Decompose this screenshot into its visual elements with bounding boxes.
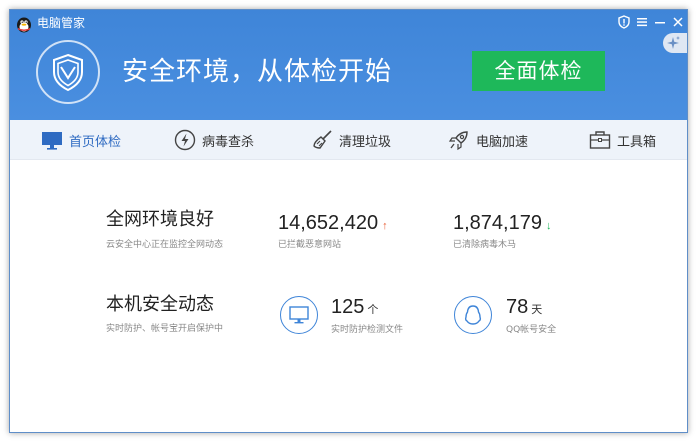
qq-account-badge	[454, 296, 492, 334]
qq-safe-days-stat: 78 天	[506, 295, 542, 322]
shield-logo	[36, 40, 100, 104]
sparkle-side-tab[interactable]	[663, 33, 687, 53]
shield-info-icon[interactable]	[617, 15, 631, 29]
full-check-button[interactable]: 全面体检	[472, 51, 605, 91]
qq-safe-days-unit: 天	[531, 304, 543, 316]
cleaned-virus-stat: 1,874,179 ↓	[453, 211, 551, 238]
nav-item-home-check[interactable]: 首页体检	[40, 120, 121, 160]
network-status-subtitle: 云安全中心正在监控全网动态	[106, 240, 224, 250]
menu-icon[interactable]	[635, 15, 649, 29]
lightning-icon	[173, 129, 197, 151]
local-status-subtitle: 实时防护、帐号宝开启保护中	[106, 324, 224, 334]
blocked-sites-label: 已拦截恶意网站	[278, 240, 342, 250]
arrow-down-icon: ↓	[545, 220, 552, 232]
nav-label-speed-up: 电脑加速	[476, 134, 529, 150]
app-title: 电脑管家	[37, 16, 86, 30]
nav-label-home-check: 首页体检	[69, 134, 122, 150]
monitor-icon	[289, 306, 309, 324]
network-status-title: 全网环境良好	[106, 209, 214, 230]
nav-item-clean-junk[interactable]: 清理垃圾	[310, 120, 391, 160]
arrow-up-icon: ↑	[382, 220, 388, 232]
blocked-sites-stat: 14,652,420 ↑	[278, 211, 388, 238]
qq-penguin-logo-icon	[17, 17, 31, 33]
nav-item-speed-up[interactable]: 电脑加速	[447, 120, 528, 160]
cleaned-virus-label: 已清除病毒木马	[453, 240, 517, 250]
qq-safe-days-label: QQ帐号安全	[506, 325, 557, 335]
shield-icon	[53, 53, 83, 92]
realtime-files-label: 实时防护检测文件	[331, 325, 404, 335]
nav-label-toolbox: 工具箱	[617, 134, 657, 150]
main-nav: 首页体检 病毒查杀 清理垃圾 电脑加速 工具箱	[10, 120, 687, 160]
realtime-protection-badge	[280, 296, 318, 334]
realtime-files-unit: 个	[367, 304, 379, 316]
minimize-icon[interactable]	[653, 15, 667, 29]
toolbox-icon	[588, 129, 612, 151]
nav-item-virus-scan[interactable]: 病毒查杀	[173, 120, 254, 160]
rocket-icon	[447, 129, 471, 151]
titlebar: 电脑管家	[10, 10, 687, 36]
nav-label-clean-junk: 清理垃圾	[339, 134, 392, 150]
app-window: 电脑管家 安全环境，从体检开始 全面体检 首页体检 病毒查杀 清理垃圾 电脑加速…	[9, 9, 688, 433]
realtime-files-count: 125	[331, 296, 365, 318]
nav-label-virus-scan: 病毒查杀	[202, 134, 255, 150]
monitor-icon	[40, 129, 64, 151]
blocked-sites-count: 14,652,420	[278, 212, 379, 234]
cleaned-virus-count: 1,874,179	[453, 212, 542, 234]
close-icon[interactable]	[671, 15, 685, 29]
slogan-text: 安全环境，从体检开始	[122, 57, 393, 87]
broom-icon	[310, 129, 334, 151]
local-status-title: 本机安全动态	[106, 294, 214, 315]
header-banner: 电脑管家 安全环境，从体检开始 全面体检	[10, 10, 687, 120]
sparkle-icon	[667, 36, 680, 49]
qq-penguin-icon	[464, 305, 482, 325]
nav-item-toolbox[interactable]: 工具箱	[588, 120, 656, 160]
realtime-files-stat: 125 个	[331, 295, 378, 322]
qq-safe-days-count: 78	[506, 296, 529, 318]
